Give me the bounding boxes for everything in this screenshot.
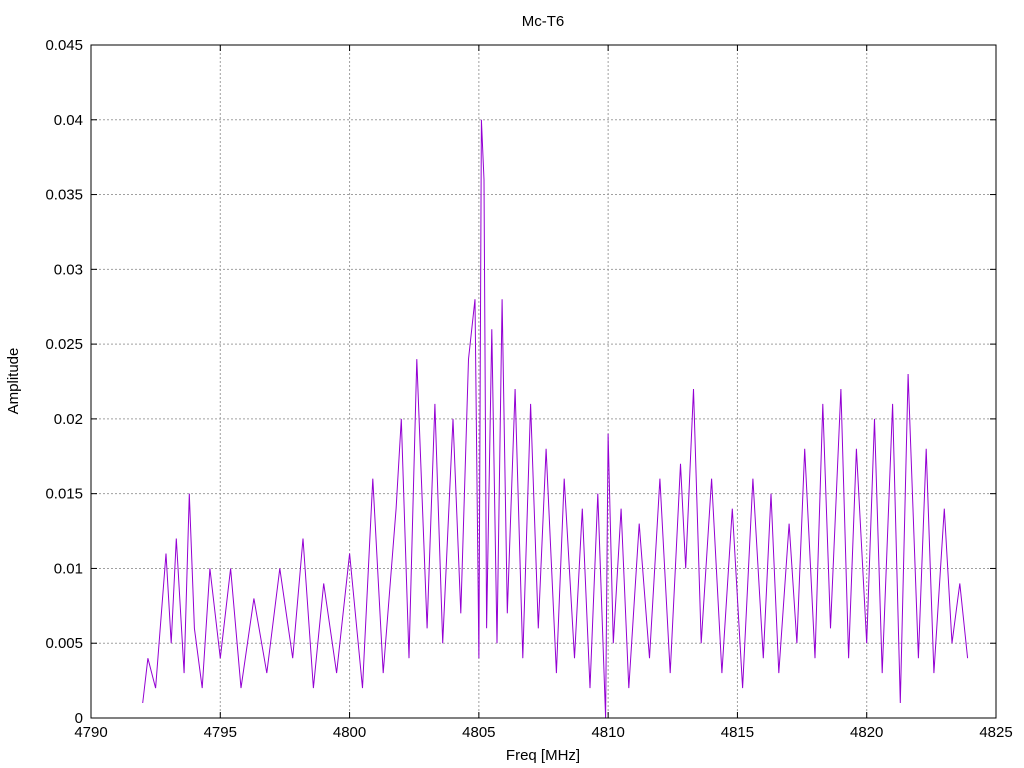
x-tick-label: 4820 [850, 724, 883, 741]
y-tick-label: 0.03 [54, 261, 83, 278]
y-tick-label: 0.01 [54, 560, 83, 577]
y-axis-label: Amplitude [5, 348, 22, 415]
y-tick-label: 0.035 [45, 187, 83, 204]
y-tick-label: 0.045 [45, 37, 83, 54]
x-axis-label: Freq [MHz] [506, 747, 580, 764]
plot-frame [90, 44, 997, 719]
axis-ticks: 4790 4795 4800 4805 4810 4815 4820 482500.0050.… [45, 37, 1012, 741]
x-tick-label: 4795 [204, 724, 237, 741]
y-tick-label: 0.02 [54, 411, 83, 428]
y-tick-label: 0.025 [45, 336, 83, 353]
chart: 4790 4795 4800 4805 4810 4815 4820 482500.0050.… [5, 13, 1013, 764]
grid-lines [91, 45, 996, 718]
chart-title: Mc-T6 [522, 13, 565, 30]
x-tick-label: 4810 [591, 724, 624, 741]
x-tick-label: 4825 [979, 724, 1012, 741]
x-tick-label: 4805 [462, 724, 495, 741]
x-tick-label: 4800 [333, 724, 366, 741]
y-tick-label: 0 [75, 710, 83, 727]
y-tick-label: 0.015 [45, 486, 83, 503]
y-tick-label: 0.04 [54, 112, 83, 129]
y-tick-label: 0.005 [45, 635, 83, 652]
x-tick-label: 4815 [721, 724, 754, 741]
